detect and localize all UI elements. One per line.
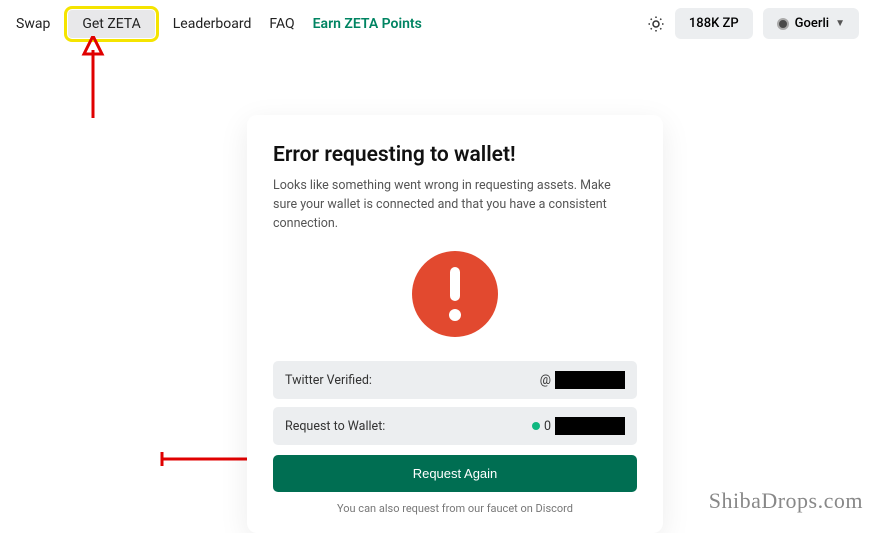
request-again-button[interactable]: Request Again (273, 455, 637, 492)
theme-toggle-icon[interactable] (647, 15, 665, 33)
nav-leaderboard[interactable]: Leaderboard (173, 16, 252, 32)
watermark: ShibaDrops.com (709, 488, 863, 514)
points-value: 188K ZP (689, 16, 739, 31)
nav-faq[interactable]: FAQ (269, 16, 294, 32)
status-dot-icon (532, 422, 540, 430)
chevron-down-icon: ▼ (835, 18, 845, 29)
error-icon (273, 251, 637, 337)
wallet-request-row: Request to Wallet: 0 (273, 407, 637, 445)
wallet-value: 0 (544, 419, 551, 434)
footnote: You can also request from our faucet on … (273, 502, 637, 515)
points-pill[interactable]: 188K ZP (675, 8, 753, 39)
nav-swap[interactable]: Swap (16, 16, 50, 32)
top-nav: Swap Get ZETA Leaderboard FAQ Earn ZETA … (0, 0, 875, 47)
error-card: Error requesting to wallet! Looks like s… (247, 115, 663, 533)
annotation-arrow-down-icon (78, 36, 108, 120)
network-selector[interactable]: Goerli ▼ (763, 8, 859, 39)
network-name: Goerli (795, 16, 829, 31)
network-dot-icon (777, 18, 789, 30)
redacted-block (555, 417, 625, 435)
twitter-value: @ (540, 373, 551, 388)
nav-get-zeta[interactable]: Get ZETA (68, 10, 154, 38)
twitter-label: Twitter Verified: (285, 373, 372, 388)
twitter-verified-row: Twitter Verified: @ (273, 361, 637, 399)
wallet-label: Request to Wallet: (285, 419, 385, 434)
card-description: Looks like something went wrong in reque… (273, 177, 637, 233)
redacted-block (555, 371, 625, 389)
nav-earn-points[interactable]: Earn ZETA Points (313, 16, 422, 32)
card-title: Error requesting to wallet! (273, 143, 637, 167)
